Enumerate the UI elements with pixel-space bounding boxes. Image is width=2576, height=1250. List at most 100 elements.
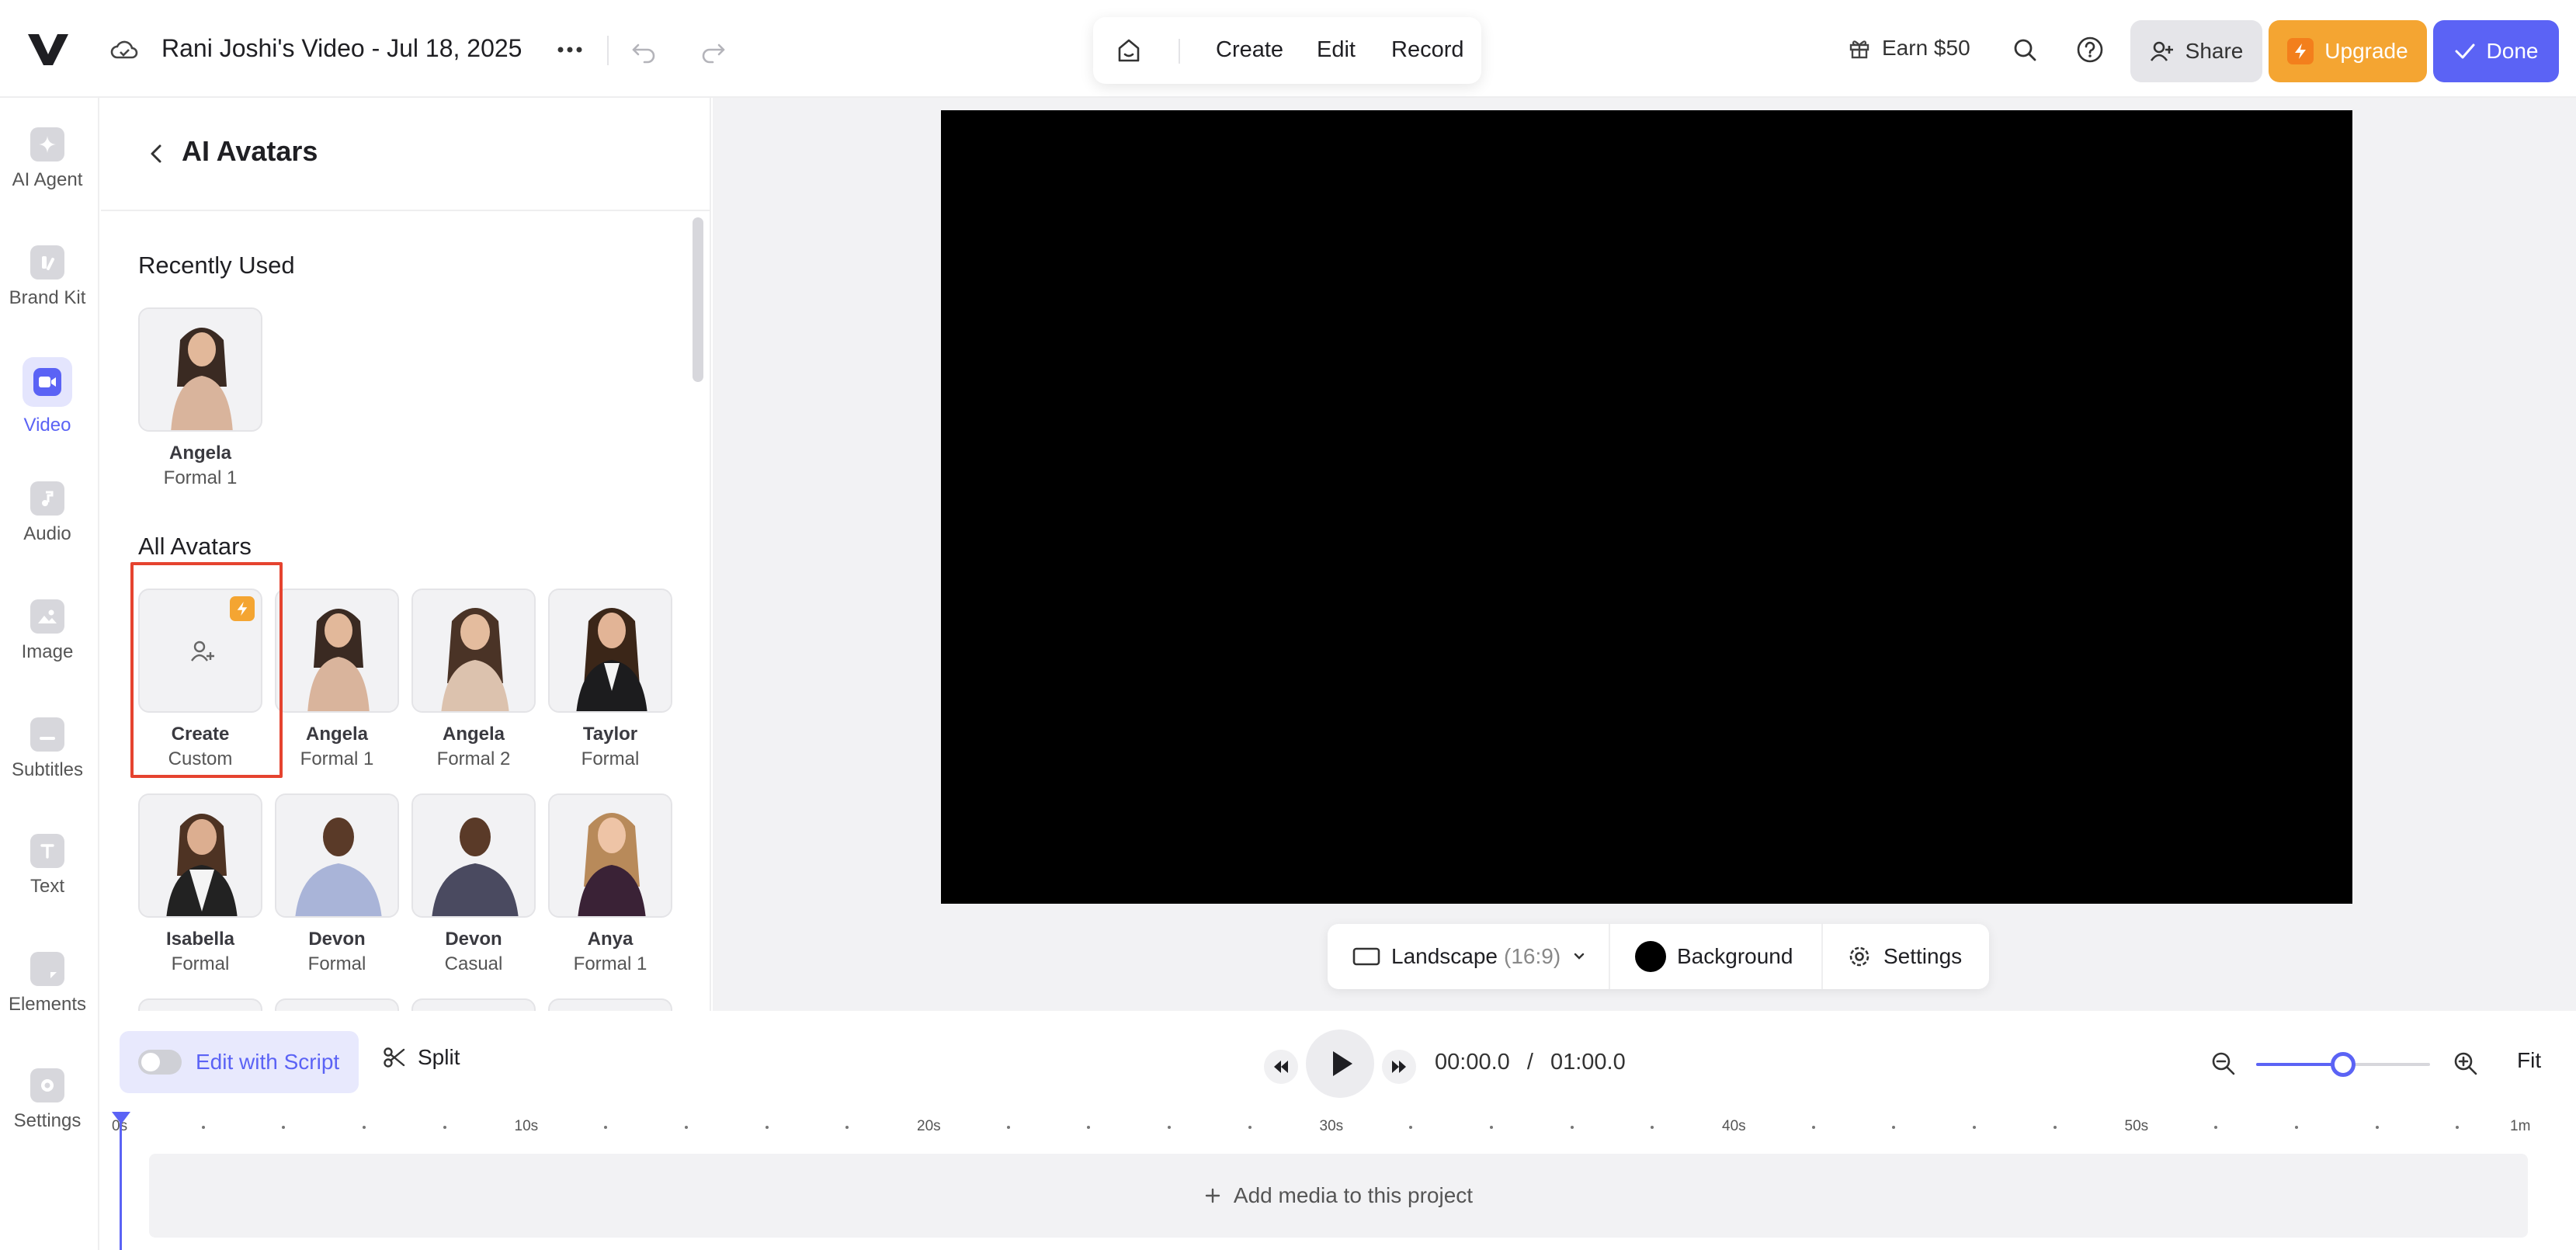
done-button[interactable]: Done	[2433, 20, 2559, 82]
zoom-slider[interactable]	[2256, 1063, 2430, 1066]
zoom-out-icon[interactable]	[2208, 1048, 2239, 1079]
time-display: 00:00.0 / 01:00.0	[1435, 1050, 1626, 1075]
elements-icon	[30, 952, 64, 986]
avatar-card-isabella-formal[interactable]: Isabella Formal	[138, 793, 262, 975]
upgrade-button[interactable]: Upgrade	[2269, 20, 2427, 82]
avatar-style: Formal	[275, 953, 399, 975]
more-options-button[interactable]	[551, 34, 588, 65]
avatar-name: Devon	[411, 929, 536, 950]
ruler-tick	[2376, 1126, 2379, 1129]
add-media-track[interactable]: Add media to this project	[149, 1154, 2528, 1238]
sidebar-item-settings[interactable]: Settings	[0, 1068, 95, 1132]
ruler-tick	[1812, 1126, 1815, 1129]
lightning-icon	[2287, 38, 2314, 64]
zoom-in-icon[interactable]	[2450, 1048, 2481, 1079]
avatar-card-devon-formal[interactable]: Devon Formal	[275, 793, 399, 975]
panel-header: AI Avatars	[101, 98, 711, 211]
ruler-tick	[685, 1126, 688, 1129]
app-logo[interactable]	[26, 31, 70, 67]
avatar-card-devon-casual[interactable]: Devon Casual	[411, 793, 536, 975]
sidebar-item-elements[interactable]: Elements	[0, 952, 95, 1016]
avatar-style: Formal	[138, 953, 262, 975]
ruler-tick	[2456, 1126, 2459, 1129]
subtitles-icon	[30, 717, 64, 752]
avatar-card-angela-formal-1-recent[interactable]: Angela Formal 1	[138, 307, 262, 489]
gear-icon	[1846, 943, 1873, 970]
plus-icon	[1204, 1187, 1221, 1204]
more-horizontal-icon	[551, 34, 588, 65]
avatar-card-anya-formal-1[interactable]: Anya Formal 1	[548, 793, 672, 975]
nav-create[interactable]: Create	[1216, 37, 1283, 63]
background-button[interactable]: Background	[1635, 924, 1793, 989]
panel-title: AI Avatars	[182, 135, 318, 168]
share-label: Share	[2185, 39, 2244, 64]
share-button[interactable]: Share	[2130, 20, 2262, 82]
earn-referral-link[interactable]: Earn $50	[1848, 36, 1970, 61]
avatar-card-partial[interactable]	[411, 998, 536, 1011]
video-camera-icon	[23, 357, 72, 407]
redo-icon[interactable]	[697, 37, 728, 64]
ai-avatars-panel: AI Avatars Recently Used Angela Formal 1…	[101, 98, 711, 1011]
sidebar-item-text[interactable]: Text	[0, 834, 95, 898]
left-sidebar: AI Agent Brand Kit Video Audio Image Sub…	[0, 98, 99, 1250]
avatar-style: Formal 2	[411, 748, 536, 770]
landscape-icon	[1352, 946, 1380, 967]
home-icon[interactable]	[1113, 36, 1144, 65]
rewind-button[interactable]	[1264, 1050, 1298, 1084]
avatar-style: Casual	[411, 953, 536, 975]
sidebar-item-subtitles[interactable]: Subtitles	[0, 717, 95, 781]
avatar-card-partial[interactable]	[138, 998, 262, 1011]
avatar-card-partial[interactable]	[548, 998, 672, 1011]
avatar-name: Anya	[548, 929, 672, 950]
avatar-card-partial[interactable]	[275, 998, 399, 1011]
play-button[interactable]	[1306, 1030, 1374, 1098]
playhead-handle[interactable]	[112, 1112, 130, 1124]
ruler-tick	[2054, 1126, 2057, 1129]
playhead[interactable]	[120, 1121, 122, 1250]
document-title[interactable]: Rani Joshi's Video - Jul 18, 2025	[161, 34, 522, 63]
music-note-icon	[30, 481, 64, 516]
panel-scrollbar[interactable]	[693, 217, 703, 382]
cloud-sync-icon[interactable]	[109, 37, 140, 64]
sidebar-item-image[interactable]: Image	[0, 599, 95, 663]
fit-button[interactable]: Fit	[2517, 1048, 2541, 1073]
text-icon	[30, 834, 64, 868]
ruler-label: 40s	[1722, 1118, 1746, 1135]
sidebar-item-label: Settings	[0, 1110, 95, 1132]
search-icon[interactable]	[2009, 34, 2040, 65]
avatar-thumbnail	[548, 793, 672, 918]
toggle-switch[interactable]	[138, 1050, 182, 1075]
nav-record[interactable]: Record	[1391, 37, 1464, 63]
sidebar-item-ai-agent[interactable]: AI Agent	[0, 127, 95, 191]
avatar-thumbnail	[411, 998, 536, 1011]
ruler-tick	[282, 1126, 285, 1129]
help-icon[interactable]	[2074, 34, 2106, 65]
divider	[1179, 39, 1180, 64]
recently-used-heading: Recently Used	[138, 252, 295, 280]
nav-edit[interactable]: Edit	[1317, 37, 1356, 63]
sidebar-item-brand-kit[interactable]: Brand Kit	[0, 245, 95, 309]
fast-forward-button[interactable]	[1382, 1050, 1416, 1084]
avatar-name: Angela	[138, 443, 262, 464]
video-preview[interactable]	[941, 110, 2352, 904]
settings-button[interactable]: Settings	[1846, 924, 1962, 989]
avatar-card-angela-formal-2[interactable]: Angela Formal 2	[411, 589, 536, 770]
aspect-ratio-dropdown[interactable]: Landscape (16:9)	[1352, 924, 1587, 989]
avatar-card-angela-formal-1[interactable]: Angela Formal 1	[275, 589, 399, 770]
rewind-icon	[1264, 1050, 1298, 1084]
sidebar-item-video[interactable]: Video	[0, 357, 95, 436]
split-button[interactable]: Split	[382, 1045, 460, 1070]
time-separator: /	[1527, 1050, 1533, 1075]
zoom-slider-thumb[interactable]	[2331, 1052, 2356, 1077]
avatar-card-taylor-formal[interactable]: Taylor Formal	[548, 589, 672, 770]
ruler-tick	[1409, 1126, 1412, 1129]
chevron-left-icon[interactable]	[144, 138, 169, 169]
sidebar-item-label: Subtitles	[0, 759, 95, 781]
edit-with-script-toggle[interactable]: Edit with Script	[120, 1031, 359, 1093]
sidebar-item-audio[interactable]: Audio	[0, 481, 95, 545]
sidebar-item-label: Audio	[0, 523, 95, 545]
ruler-tick	[2214, 1126, 2217, 1129]
ruler-tick	[1892, 1126, 1895, 1129]
undo-icon[interactable]	[629, 37, 660, 64]
upgrade-label: Upgrade	[2324, 39, 2408, 64]
